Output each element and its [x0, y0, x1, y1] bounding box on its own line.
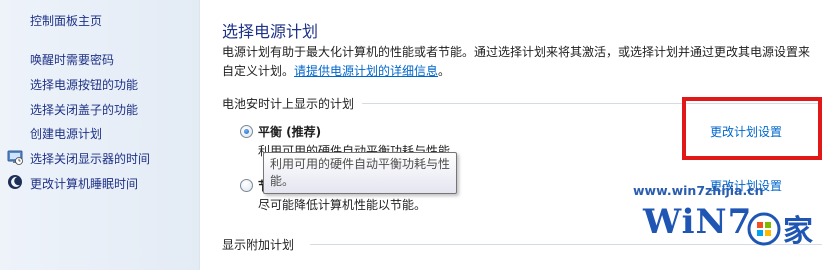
control-panel-home-link[interactable]: 控制面板主页	[30, 12, 102, 29]
sidebar-item-wake-password[interactable]: 唤醒时需要密码	[30, 51, 114, 68]
tooltip-line-2: 能。	[270, 174, 295, 188]
watermark-jia: 家	[783, 214, 813, 249]
plan-power-saver-radio[interactable]	[240, 179, 253, 192]
highlight-annotation-box	[682, 97, 822, 160]
monitor-icon	[7, 150, 23, 165]
plan-balanced-radio[interactable]	[240, 125, 253, 138]
sidebar-item-lid-close[interactable]: 选择关闭盖子的功能	[30, 101, 138, 118]
tooltip-line-1: 利用可用的硬件自动平衡功耗与性	[270, 157, 451, 171]
battery-meter-plans-label: 电池安时计上显示的计划	[222, 97, 355, 111]
description-end: 。	[438, 64, 451, 78]
sidebar-item-create-plan[interactable]: 创建电源计划	[30, 125, 102, 142]
windows-flag-icon	[747, 212, 781, 246]
additional-plans-label[interactable]: 显示附加计划	[222, 236, 294, 253]
sidebar-item-sleep-time[interactable]: 更改计算机睡眠时间	[30, 175, 138, 192]
sidebar: 控制面板主页 唤醒时需要密码 选择电源按钮的功能 选择关闭盖子的功能 创建电源计…	[0, 0, 200, 270]
plan-balanced-name[interactable]: 平衡 (推荐)	[258, 123, 321, 140]
sidebar-item-power-button[interactable]: 选择电源按钮的功能	[30, 76, 138, 93]
plan-description-tooltip: 利用可用的硬件自动平衡功耗与性 能。	[263, 152, 457, 194]
plan-details-link[interactable]: 请提供电源计划的详细信息	[294, 64, 438, 78]
page-description: 电源计划有助于最大化计算机的性能或者节能。通过选择计划来将其激活，或选择计划并通…	[222, 43, 812, 81]
sidebar-item-display-off-time[interactable]: 选择关闭显示器的时间	[30, 150, 150, 167]
moon-icon	[8, 175, 22, 189]
plan-power-saver-description: 尽可能降低计算机性能以节能。	[258, 198, 427, 212]
page-title: 选择电源计划	[222, 22, 319, 41]
watermark-url: www.win7zhijia.cn	[633, 183, 764, 198]
watermark: www.win7zhijia.cn WiN7. 家	[625, 180, 834, 270]
